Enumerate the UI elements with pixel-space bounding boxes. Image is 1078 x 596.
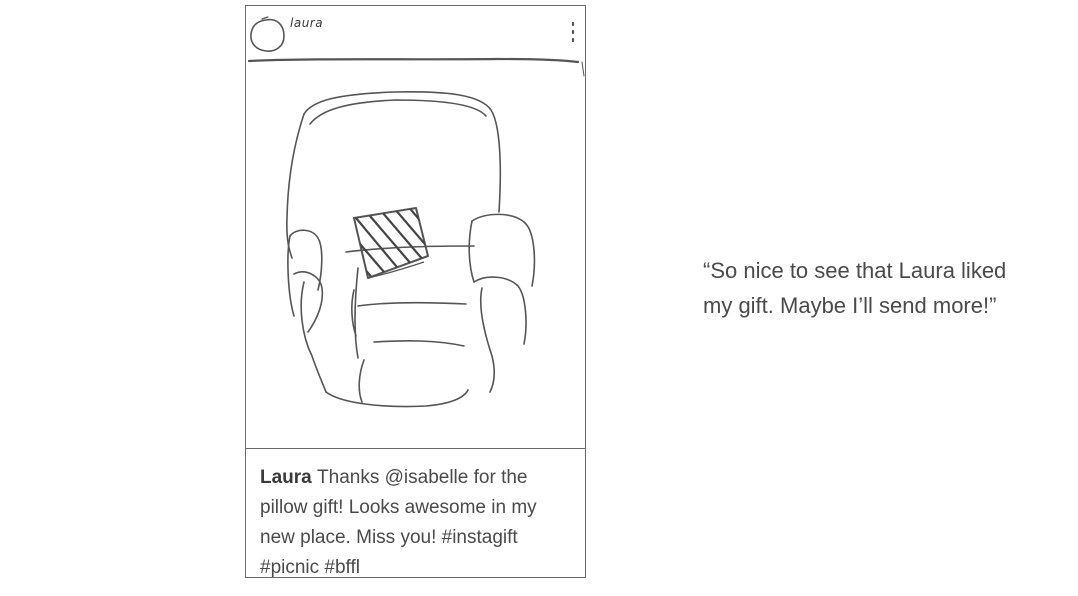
avatar-circle-icon[interactable] bbox=[250, 16, 285, 52]
post-caption: Laura Thanks @isabelle for the pillow gi… bbox=[246, 448, 585, 578]
user-quote: “So nice to see that Laura liked my gift… bbox=[703, 258, 1007, 318]
instagram-post-sketch: laura Laura Thanks @isabelle for the pil… bbox=[245, 5, 586, 578]
sketch-username[interactable]: laura bbox=[290, 16, 323, 30]
sketch-illustration bbox=[247, 16, 585, 408]
caption-username[interactable]: Laura bbox=[260, 467, 317, 488]
